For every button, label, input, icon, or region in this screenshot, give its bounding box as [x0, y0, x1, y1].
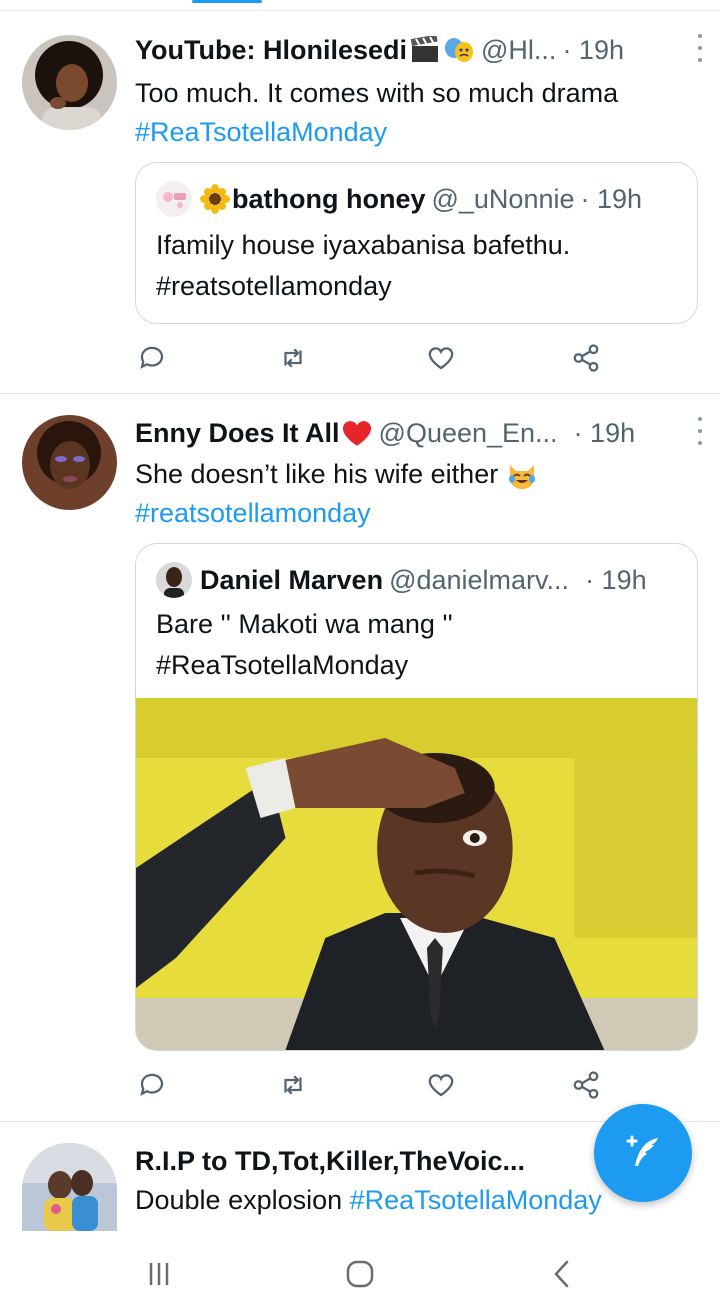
recent-apps-button[interactable]: [139, 1257, 179, 1291]
quoted-tweet-text: Bare '' Makoti wa mang '' #ReaTsotellaMo…: [156, 604, 681, 686]
quoted-line: Ifamily house iyaxabanisa bafethu.: [156, 230, 571, 260]
recent-apps-icon: [149, 1263, 169, 1285]
quoted-display-name[interactable]: Daniel Marven: [200, 565, 383, 596]
tweet-actions: [135, 341, 605, 375]
share-icon[interactable]: [569, 341, 603, 375]
home-icon: [346, 1260, 374, 1288]
red-heart-emoji-icon: [341, 419, 373, 447]
display-name[interactable]: YouTube: Hlonilesedi: [135, 35, 407, 66]
system-nav-bar: [0, 1235, 720, 1315]
quoted-tweet-text: Ifamily house iyaxabanisa bafethu. #reat…: [156, 225, 681, 307]
hashtag-link[interactable]: #ReaTsotellaMonday: [350, 1185, 602, 1215]
more-dots-icon[interactable]: [696, 34, 704, 62]
top-divider: [0, 10, 720, 11]
clapper-emoji-icon: [410, 36, 440, 64]
cat-tears-of-joy-emoji-icon: [506, 459, 538, 491]
quoted-hashtag[interactable]: #ReaTsotellaMonday: [156, 645, 681, 686]
tweet-body: She doesn’t like his wife either: [135, 459, 499, 489]
timestamp[interactable]: · 19h: [562, 35, 624, 66]
display-name[interactable]: R.I.P to TD,Tot,Killer,TheVoic...: [135, 1146, 525, 1177]
display-name[interactable]: Enny Does It All: [135, 418, 340, 449]
tweet-text: She doesn’t like his wife either #reatso…: [135, 455, 700, 533]
back-icon: [554, 1260, 569, 1288]
quoted-tweet[interactable]: bathong honey @_uNonnie · 19h Ifamily ho…: [135, 162, 698, 324]
retweet-icon[interactable]: [276, 341, 310, 375]
theater-masks-emoji-icon: [443, 36, 475, 64]
compose-tweet-icon: [626, 1135, 658, 1166]
back-button[interactable]: [542, 1257, 582, 1291]
quoted-tweet-header: Daniel Marven @danielmarv... · 19h: [156, 562, 683, 598]
tweet-text: Too much. It comes with so much drama #R…: [135, 74, 700, 152]
compose-tweet-button[interactable]: [594, 1104, 692, 1202]
home-button[interactable]: [340, 1257, 380, 1291]
tweet-divider: [0, 393, 720, 394]
reply-icon[interactable]: [135, 341, 169, 375]
quoted-user-handle[interactable]: @_uNonnie: [431, 184, 574, 215]
tweet-header: Enny Does It All @Queen_En... · 19h: [135, 415, 708, 451]
hashtag-link[interactable]: #reatsotellamonday: [135, 494, 700, 533]
heart-icon[interactable]: [424, 1068, 458, 1102]
timestamp[interactable]: · 19h: [574, 418, 636, 449]
tweet-header: YouTube: Hlonilesedi @Hl... · 19h: [135, 32, 708, 68]
quoted-user-handle[interactable]: @danielmarv...: [389, 565, 569, 596]
quoted-avatar: [156, 562, 192, 598]
quoted-display-name[interactable]: bathong honey: [232, 184, 425, 215]
reply-icon[interactable]: [135, 1068, 169, 1102]
heart-icon[interactable]: [424, 341, 458, 375]
more-dots-icon[interactable]: [696, 417, 704, 445]
tweet-actions: [135, 1068, 605, 1102]
quoted-timestamp[interactable]: · 19h: [581, 184, 643, 215]
user-handle[interactable]: @Queen_En...: [379, 418, 558, 449]
quoted-hashtag[interactable]: #reatsotellamonday: [156, 266, 681, 307]
tweet-body-line: She doesn’t like his wife either: [135, 455, 700, 494]
avatar[interactable]: [22, 415, 117, 510]
tab-indicator: [192, 0, 262, 3]
quoted-tweet[interactable]: Daniel Marven @danielmarv... · 19h Bare …: [135, 543, 698, 1051]
retweet-icon[interactable]: [276, 1068, 310, 1102]
sunflower-emoji-icon: [200, 184, 230, 214]
tweet-text: Double explosion #ReaTsotellaMonday: [135, 1181, 652, 1220]
avatar[interactable]: [22, 35, 117, 130]
share-icon[interactable]: [569, 1068, 603, 1102]
hashtag-link[interactable]: #ReaTsotellaMonday: [135, 113, 700, 152]
tweet-body: Double explosion: [135, 1185, 343, 1215]
tweet-body: Too much. It comes with so much drama: [135, 78, 619, 108]
user-handle[interactable]: @Hl...: [481, 35, 556, 66]
quoted-timestamp[interactable]: · 19h: [585, 565, 647, 596]
quoted-tweet-header: bathong honey @_uNonnie · 19h: [156, 181, 683, 217]
quoted-avatar: [156, 181, 192, 217]
media-image[interactable]: [136, 698, 697, 1050]
quoted-line: Bare '' Makoti wa mang '': [156, 609, 453, 639]
avatar[interactable]: [22, 1143, 117, 1231]
